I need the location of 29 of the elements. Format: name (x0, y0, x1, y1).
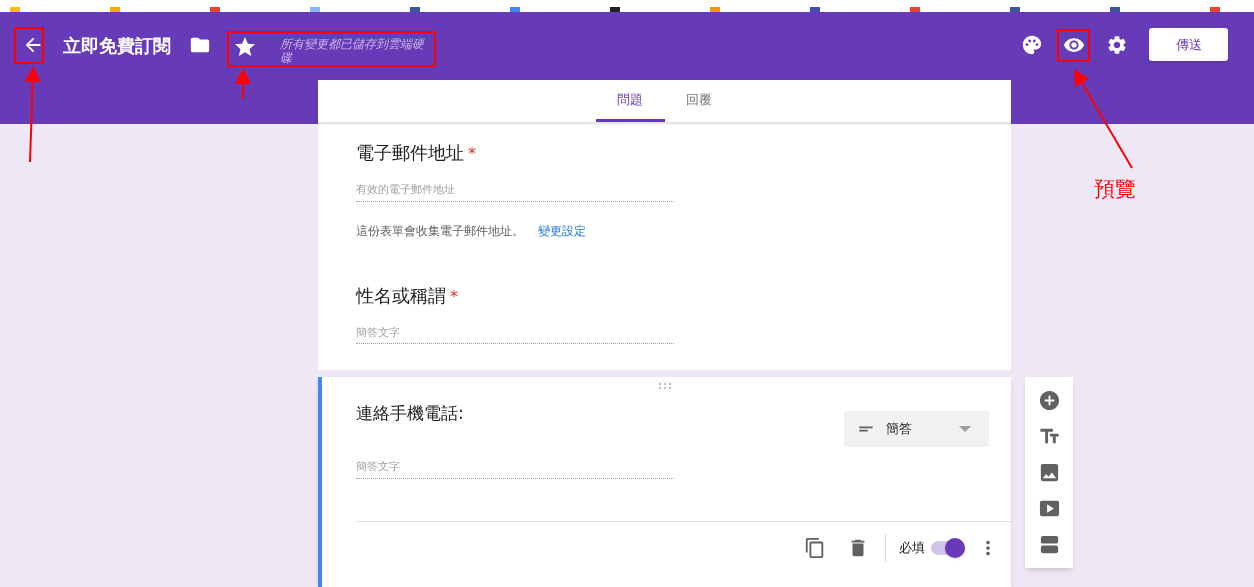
highlight-frame (1057, 29, 1090, 62)
send-button[interactable]: 傳送 (1149, 28, 1228, 61)
tab[interactable]: 回覆 (664, 80, 734, 122)
required-label: 必填 (899, 539, 925, 558)
change-settings-link[interactable]: 變更設定 (538, 221, 586, 240)
required-asterisk: * (468, 143, 476, 165)
answer-field[interactable]: 簡答文字 (356, 459, 674, 479)
star-icon[interactable] (233, 35, 257, 59)
palette-icon[interactable] (1021, 34, 1043, 56)
highlight-frame (14, 27, 44, 64)
annotation-label: 預覽 (1094, 176, 1136, 203)
answer-field[interactable]: 有效的電子郵件地址 (356, 182, 674, 202)
required-asterisk: * (450, 285, 458, 308)
tab[interactable]: 問題 (595, 80, 665, 122)
caret-icon (959, 426, 971, 432)
question-title: 電子郵件地址 (356, 141, 464, 165)
arrow (235, 68, 251, 100)
save-status: 所有變更都已儲存到雲端硬碟 (280, 37, 426, 65)
form-title: 立即免費訂閱 (63, 34, 171, 58)
question-title-field[interactable]: 連絡手機電話: (356, 401, 464, 447)
add-question-icon[interactable] (1037, 389, 1061, 412)
duplicate-icon[interactable] (804, 537, 826, 559)
drag-handle-icon[interactable] (658, 382, 672, 390)
required-toggle[interactable] (931, 538, 965, 558)
answer-field[interactable]: 簡答文字 (356, 324, 674, 344)
collect-email-note: 這份表單會收集電子郵件地址。 (356, 222, 524, 240)
question-type-dropdown[interactable]: 簡答 (844, 411, 989, 447)
settings-icon[interactable] (1106, 34, 1128, 56)
question-title: 性名或稱謂 (356, 283, 446, 308)
